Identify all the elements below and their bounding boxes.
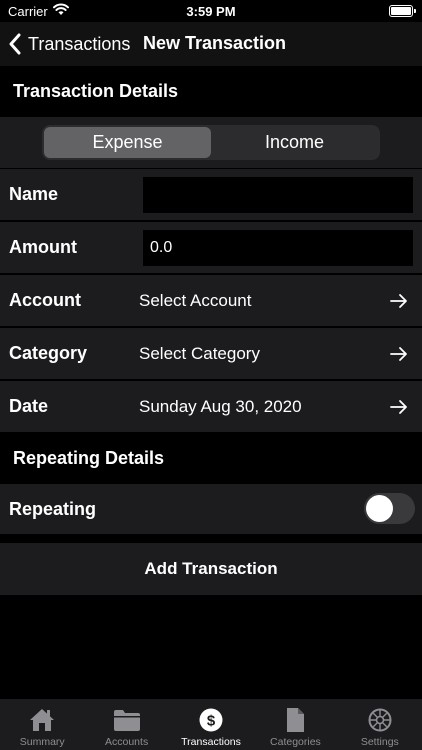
back-button-label: Transactions [28, 33, 131, 54]
repeating-toggle[interactable] [364, 493, 415, 524]
repeating-row: Repeating [0, 484, 422, 534]
add-transaction-button[interactable]: Add Transaction [0, 543, 422, 595]
toggle-knob [366, 495, 393, 522]
amount-row: Amount [0, 222, 422, 273]
tab-label: Summary [19, 736, 65, 748]
category-value: Select Category [139, 343, 260, 363]
dollar-circle-icon: $ [199, 708, 223, 732]
back-button[interactable]: Transactions [8, 31, 130, 57]
amount-label: Amount [9, 237, 77, 257]
battery-icon [389, 5, 416, 17]
type-segment-row: Expense Income [0, 117, 422, 168]
segment-income[interactable]: Income [211, 127, 378, 158]
chevron-left-icon [9, 33, 21, 55]
name-field[interactable] [143, 177, 413, 213]
date-label: Date [9, 396, 49, 416]
house-icon [30, 709, 55, 731]
category-row[interactable]: Category Select Category [0, 328, 422, 379]
type-segmented-control: Expense Income [42, 125, 380, 160]
arrow-right-icon [390, 346, 407, 361]
amount-field[interactable] [143, 230, 413, 266]
gear-icon [368, 708, 392, 732]
date-value: Sunday Aug 30, 2020 [139, 396, 302, 416]
repeating-label: Repeating [9, 498, 97, 519]
date-row[interactable]: Date Sunday Aug 30, 2020 [0, 381, 422, 432]
tab-accounts[interactable]: Accounts [84, 699, 168, 750]
section-header-repeating-details: Repeating Details [0, 432, 422, 484]
tab-label: Settings [360, 736, 399, 748]
tab-bar: Summary Accounts $ Transactions Categori… [0, 699, 422, 750]
document-icon [287, 708, 305, 732]
page-title: New Transaction [143, 33, 287, 53]
status-bar: Carrier 3:59 PM [0, 0, 422, 22]
tab-label: Accounts [105, 736, 149, 748]
account-label: Account [9, 290, 81, 310]
arrow-right-icon [390, 293, 407, 308]
section-header-transaction-details: Transaction Details [0, 66, 422, 117]
tab-categories[interactable]: Categories [253, 699, 337, 750]
account-value: Select Account [139, 290, 252, 310]
segment-expense[interactable]: Expense [44, 127, 211, 158]
arrow-right-icon [390, 399, 407, 414]
tab-summary[interactable]: Summary [0, 699, 84, 750]
tab-label: Categories [270, 736, 321, 748]
navigation-bar: Transactions New Transaction [0, 22, 422, 66]
tab-settings[interactable]: Settings [338, 699, 422, 750]
folder-icon [113, 710, 140, 731]
category-label: Category [9, 343, 88, 363]
tab-label: Transactions [181, 736, 241, 748]
name-label: Name [9, 184, 59, 204]
svg-text:$: $ [207, 713, 216, 730]
status-time: 3:59 PM [186, 4, 236, 19]
account-row[interactable]: Account Select Account [0, 275, 422, 326]
tab-transactions[interactable]: $ Transactions [169, 699, 253, 750]
name-row: Name [0, 169, 422, 220]
